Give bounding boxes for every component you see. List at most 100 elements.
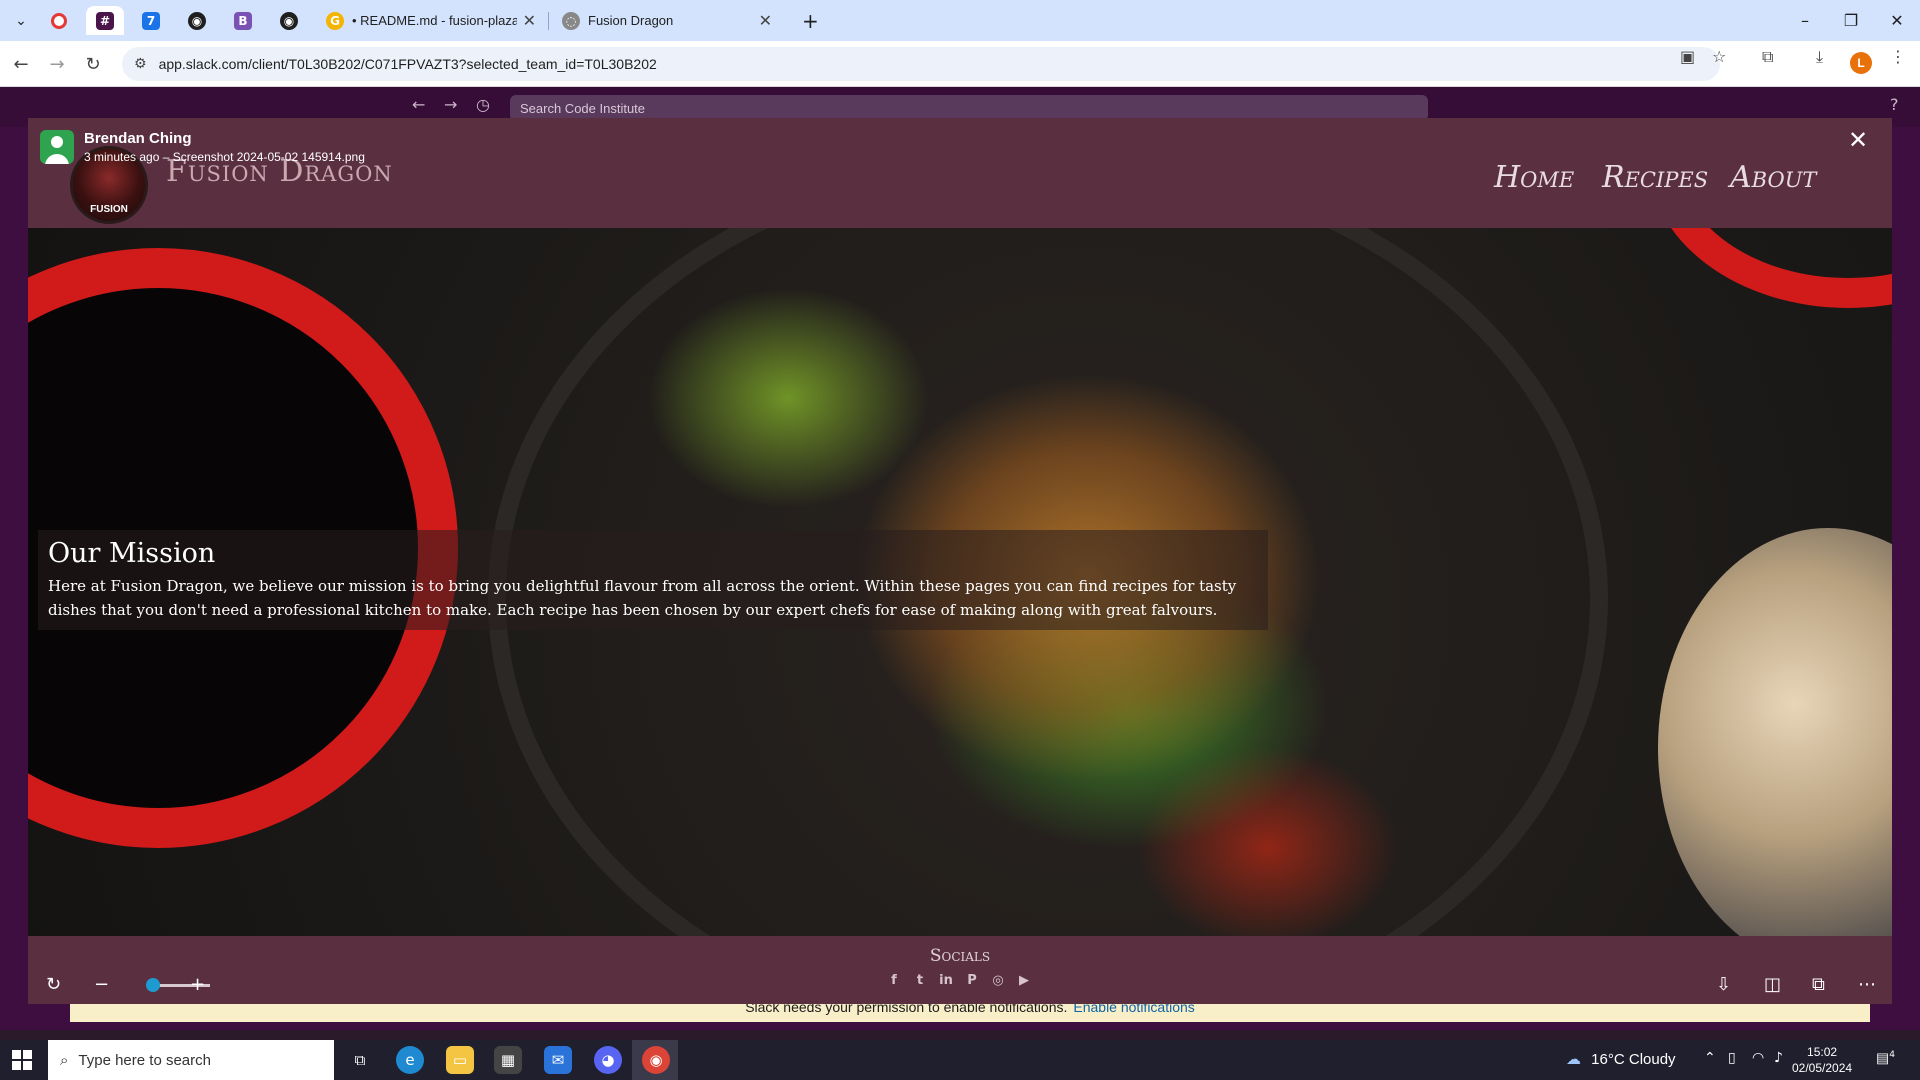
tab-search-button[interactable]: ⌄: [2, 6, 40, 35]
taskbar-search-placeholder: Type here to search: [78, 1051, 211, 1069]
tab-title: Fusion Dragon: [588, 13, 674, 28]
url-text: app.slack.com/client/T0L30B202/C071FPVAZ…: [158, 56, 657, 72]
notification-count: 4: [1889, 1050, 1895, 1060]
logo-text: FUSION: [90, 204, 128, 215]
pinned-tab-opera[interactable]: [40, 6, 78, 35]
nav-about[interactable]: About: [1730, 160, 1816, 195]
battery-icon[interactable]: ▯: [1728, 1050, 1736, 1066]
minimize-icon[interactable]: –: [1782, 6, 1828, 34]
pinterest-icon[interactable]: P: [964, 972, 980, 988]
site-footer: Socials f t in P ◎ ▶: [28, 936, 1892, 1004]
dumpling-plate-image: [1658, 528, 1892, 936]
tab-readme[interactable]: G • README.md - fusion-plaza - ✕: [316, 6, 546, 35]
camera-blocked-icon[interactable]: ▣: [1680, 47, 1695, 66]
instagram-icon[interactable]: ◎: [990, 972, 1006, 988]
avatar-head: [51, 136, 63, 148]
clock-time: 15:02: [1807, 1045, 1838, 1059]
back-arrow-icon[interactable]: ←: [6, 49, 36, 79]
task-view-icon[interactable]: ⧉: [346, 1046, 374, 1074]
uploader-name[interactable]: Brendan Ching: [84, 130, 192, 147]
zoom-slider-thumb[interactable]: [146, 978, 160, 992]
forward-arrow-icon[interactable]: →: [444, 95, 457, 114]
pinned-tab-github-2[interactable]: ◉: [270, 6, 308, 35]
uploader-avatar[interactable]: [40, 130, 74, 164]
forward-arrow-icon[interactable]: →: [42, 49, 72, 79]
volume-icon[interactable]: ♪: [1774, 1050, 1783, 1066]
zoom-in-icon[interactable]: +: [190, 974, 205, 995]
chevron-down-icon: ⌄: [15, 12, 27, 29]
pinned-tab-slack[interactable]: #: [86, 6, 124, 35]
nav-home[interactable]: Home: [1494, 160, 1574, 195]
system-clock[interactable]: 15:02 02/05/2024: [1792, 1044, 1852, 1076]
pinned-tab-calendar[interactable]: 7: [132, 6, 170, 35]
browser-toolbar: ← → ↻ ⚙ app.slack.com/client/T0L30B202/C…: [0, 41, 1920, 87]
mission-section: Our Mission Here at Fusion Dragon, we be…: [38, 530, 1268, 630]
slack-icon: #: [96, 11, 114, 30]
nav-recipes[interactable]: Recipes: [1602, 160, 1708, 195]
more-icon[interactable]: ⋯: [1858, 974, 1876, 995]
cloud-icon: ☁: [1566, 1050, 1581, 1068]
close-icon[interactable]: ✕: [1848, 126, 1868, 154]
file-explorer-icon[interactable]: ▭: [446, 1046, 474, 1074]
google-g-icon: G: [326, 11, 344, 30]
store-icon[interactable]: ▦: [494, 1046, 522, 1074]
mission-title: Our Mission: [48, 538, 216, 569]
close-icon[interactable]: ✕: [759, 11, 772, 30]
image-lightbox: FUSION Fusion Dragon Home Recipes About …: [28, 118, 1892, 1004]
social-icons: f t in P ◎ ▶: [886, 972, 1032, 988]
weather-text: 16°C Cloudy: [1591, 1051, 1676, 1068]
site-header: FUSION Fusion Dragon Home Recipes About: [28, 118, 1892, 228]
github-icon: ◉: [188, 11, 206, 30]
windows-start-icon[interactable]: [12, 1050, 32, 1070]
chrome-icon[interactable]: ◉: [642, 1046, 670, 1074]
windows-taskbar: ⌕ Type here to search ⧉ e ▭ ▦ ✉ ◕ ◉ ☁ 16…: [0, 1040, 1920, 1080]
bookmark-star-icon[interactable]: ☆: [1712, 47, 1726, 66]
extensions-puzzle-icon[interactable]: ⧉: [1762, 47, 1773, 67]
bootstrap-icon: B: [234, 11, 252, 30]
open-window-icon[interactable]: ⧉: [1812, 974, 1825, 995]
discord-icon[interactable]: ◕: [594, 1046, 622, 1074]
twitter-icon[interactable]: t: [912, 972, 928, 988]
search-icon: ⌕: [60, 1051, 69, 1069]
opera-icon: [51, 12, 67, 29]
mail-icon[interactable]: ✉: [544, 1046, 572, 1074]
avatar-body: [45, 154, 69, 164]
taskbar-search-input[interactable]: ⌕ Type here to search: [48, 1040, 334, 1080]
clock-date: 02/05/2024: [1792, 1061, 1853, 1075]
download-icon[interactable]: ⤓: [1816, 47, 1823, 67]
notification-center-icon[interactable]: ▤4: [1876, 1050, 1895, 1067]
help-icon[interactable]: ?: [1890, 95, 1899, 114]
rotate-icon[interactable]: ↻: [46, 974, 61, 995]
edge-icon[interactable]: e: [396, 1046, 424, 1074]
youtube-icon[interactable]: ▶: [1016, 972, 1032, 988]
side-panel-icon[interactable]: ◫: [1764, 974, 1781, 995]
restore-icon[interactable]: ❐: [1828, 6, 1874, 34]
github-icon: ◉: [280, 11, 298, 30]
close-window-icon[interactable]: ✕: [1874, 6, 1920, 34]
tab-title: • README.md - fusion-plaza -: [352, 13, 517, 28]
weather-widget[interactable]: ☁ 16°C Cloudy: [1566, 1050, 1676, 1068]
back-arrow-icon[interactable]: ←: [412, 95, 425, 114]
chevron-up-icon[interactable]: ⌃: [1704, 1050, 1716, 1066]
profile-avatar[interactable]: L: [1850, 52, 1872, 74]
download-cloud-icon[interactable]: ⇩: [1716, 974, 1731, 995]
globe-icon: ◌: [562, 11, 580, 30]
wifi-icon[interactable]: ◠: [1752, 1050, 1764, 1066]
pinned-tab-bootstrap[interactable]: B: [224, 6, 262, 35]
facebook-icon[interactable]: f: [886, 972, 902, 988]
address-bar[interactable]: ⚙ app.slack.com/client/T0L30B202/C071FPV…: [122, 47, 1720, 81]
site-info-icon[interactable]: ⚙: [134, 56, 147, 72]
hero-image: Our Mission Here at Fusion Dragon, we be…: [28, 228, 1892, 936]
new-tab-button[interactable]: +: [792, 6, 822, 35]
reload-icon[interactable]: ↻: [78, 49, 108, 79]
history-clock-icon[interactable]: ◷: [476, 95, 490, 114]
browser-tab-strip: ⌄ # 7 ◉ B ◉ G • README.md - fusion-plaza…: [0, 0, 1920, 41]
mission-text: Here at Fusion Dragon, we believe our mi…: [48, 577, 1237, 619]
more-menu-icon[interactable]: ⋮: [1890, 47, 1906, 66]
pinned-tab-github[interactable]: ◉: [178, 6, 216, 35]
linkedin-icon[interactable]: in: [938, 972, 954, 988]
close-icon[interactable]: ✕: [523, 11, 536, 30]
zoom-out-icon[interactable]: −: [94, 974, 109, 995]
tab-fusion-dragon[interactable]: ◌ Fusion Dragon ✕: [552, 6, 782, 35]
tab-separator: [548, 12, 549, 30]
